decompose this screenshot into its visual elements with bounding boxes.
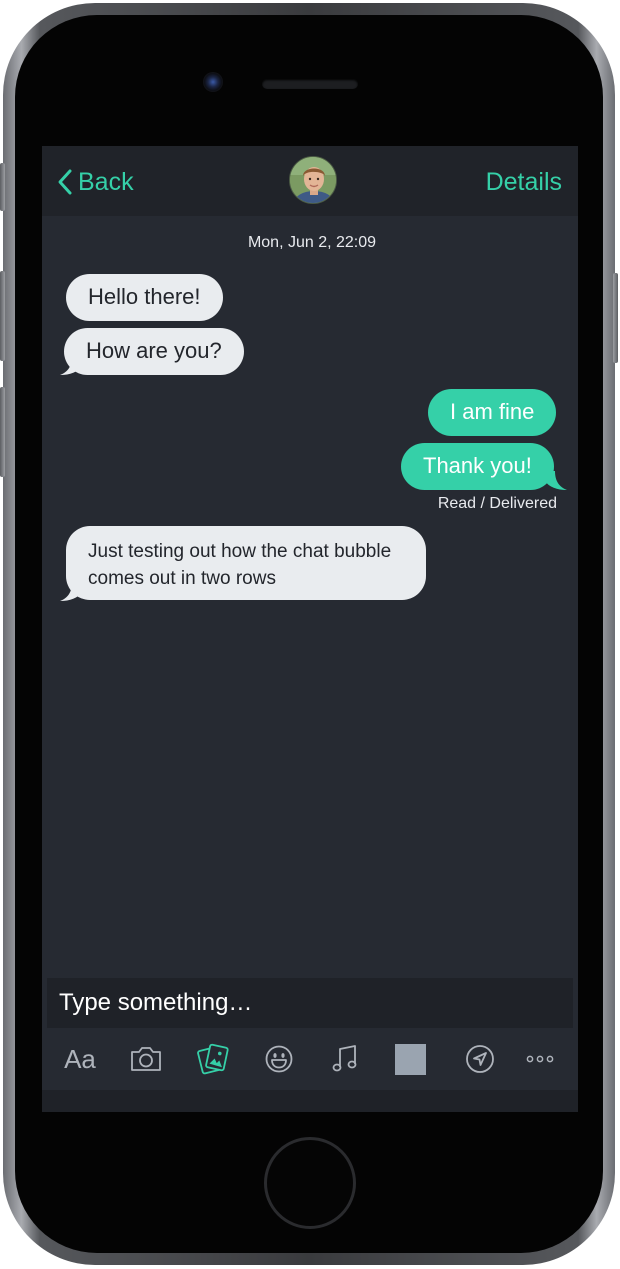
more-icon[interactable]: [525, 1042, 555, 1076]
conversation-timestamp: Mon, Jun 2, 22:09: [247, 234, 377, 251]
details-button[interactable]: Details: [486, 167, 562, 197]
incoming-message-bubble[interactable]: Hello there!: [66, 274, 223, 321]
front-camera: [203, 72, 223, 92]
font-icon[interactable]: Aa: [62, 1042, 98, 1076]
mute-switch: [0, 163, 5, 211]
incoming-message-bubble[interactable]: How are you?: [64, 328, 244, 375]
avatar[interactable]: [289, 156, 337, 204]
volume-down-button: [0, 387, 5, 477]
back-button[interactable]: Back: [56, 168, 134, 196]
smiley-icon[interactable]: [262, 1042, 296, 1076]
incoming-message-bubble[interactable]: Just testing out how the chat bubble com…: [66, 526, 426, 600]
power-button: [613, 273, 618, 363]
read-status: Read / Delivered: [437, 495, 557, 512]
navigation-bar: Back Details: [42, 146, 578, 216]
music-icon[interactable]: [330, 1042, 360, 1076]
chevron-left-icon: [58, 169, 72, 195]
composer-toolbar: Aa: [42, 1030, 578, 1090]
chat-screen: Back Details Mon, Jun 2, 22:09 Hello the…: [42, 146, 578, 1112]
outgoing-message-bubble[interactable]: Thank you!: [401, 443, 554, 490]
navigation-icon[interactable]: [463, 1042, 497, 1076]
earpiece-speaker: [262, 79, 358, 89]
message-composer: [47, 978, 573, 1028]
avatar-photo: [290, 157, 336, 203]
back-label: Back: [78, 168, 134, 196]
message-input[interactable]: [59, 986, 559, 1020]
home-button[interactable]: [264, 1137, 356, 1229]
photos-icon[interactable]: [196, 1042, 230, 1076]
volume-up-button: [0, 271, 5, 361]
square-icon[interactable]: [393, 1042, 427, 1076]
square-shape: [394, 1043, 426, 1075]
bottom-strip: [42, 1090, 578, 1112]
outgoing-message-bubble[interactable]: I am fine: [428, 389, 557, 436]
camera-icon[interactable]: [128, 1042, 164, 1076]
